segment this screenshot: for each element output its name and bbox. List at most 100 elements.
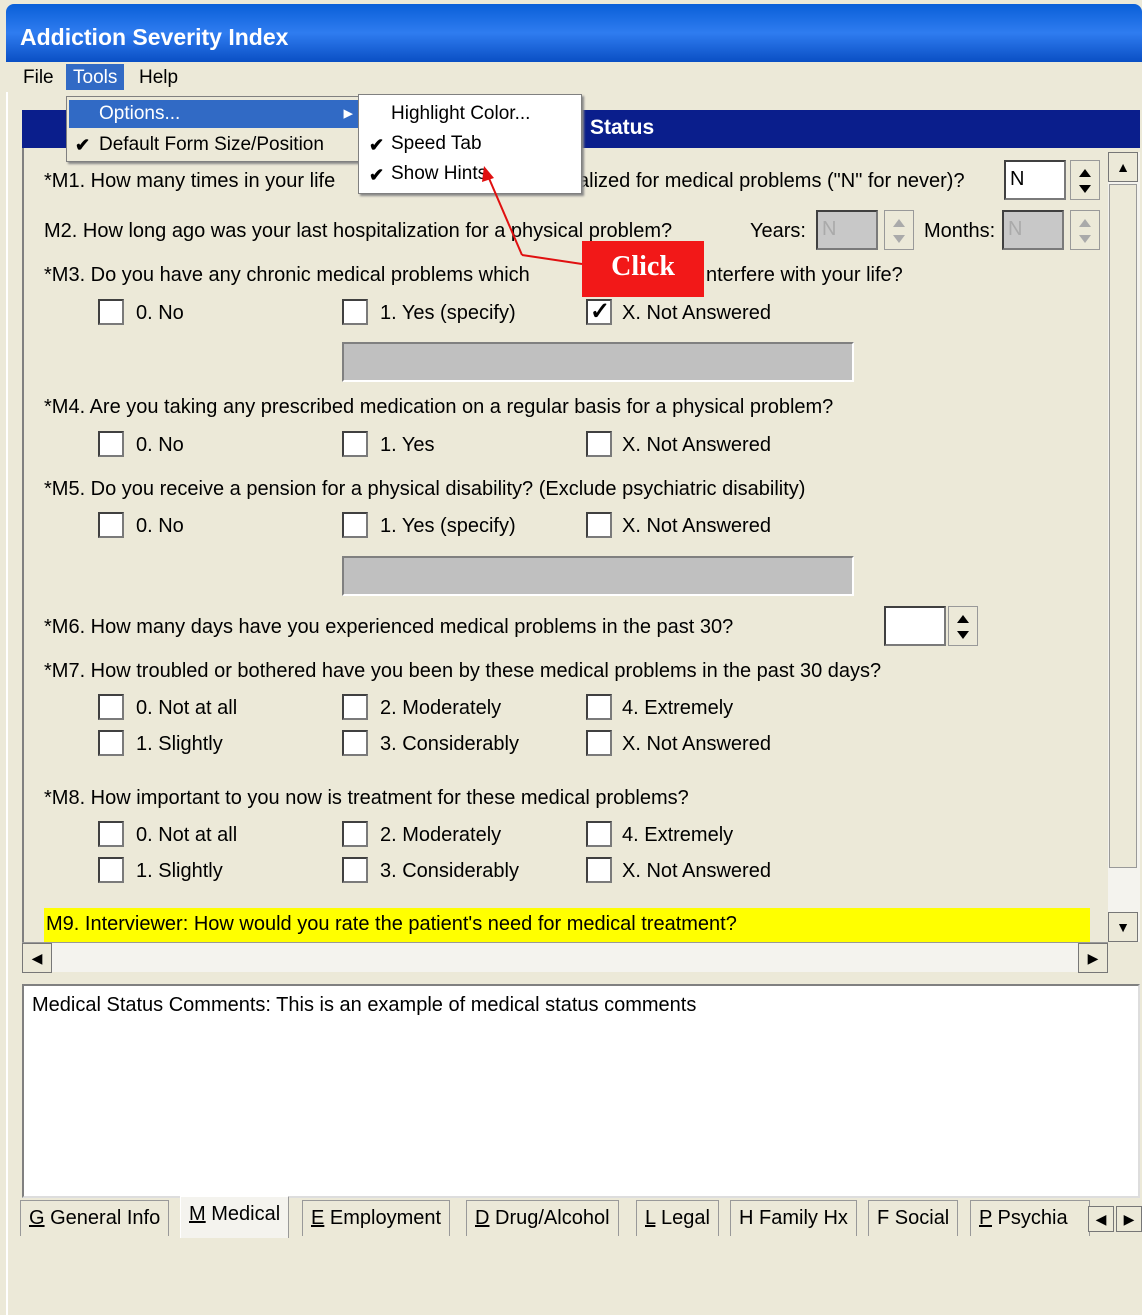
submenu-arrow-icon: ▸ <box>343 103 353 124</box>
checkmark-icon: ✓ <box>590 298 611 325</box>
tab-label: Family Hx <box>759 1207 848 1229</box>
scroll-up-icon[interactable]: ▲ <box>1108 152 1138 182</box>
m5-no-label: 0. No <box>136 515 184 537</box>
scroll-down-icon[interactable]: ▼ <box>1108 912 1138 942</box>
window-title: Addiction Severity Index <box>6 4 1142 62</box>
tab-family-hx[interactable]: H Family Hx <box>730 1200 857 1236</box>
m2-months-input[interactable]: N <box>1002 210 1064 250</box>
m7-considerably-label: 3. Considerably <box>380 733 519 755</box>
tab-drug-alcohol[interactable]: D Drug/Alcohol <box>466 1200 619 1236</box>
tab-key: E <box>311 1207 325 1229</box>
tab-key: G <box>29 1207 45 1229</box>
menu-item-default-form[interactable]: Default Form Size/Position <box>99 134 324 156</box>
m1-spinner[interactable] <box>1070 160 1100 200</box>
tab-bar: G General Info M Medical E Employment D … <box>18 1196 1142 1242</box>
menu-item-options[interactable]: Options... ▸ <box>69 100 359 128</box>
m7-not-answered-checkbox[interactable] <box>586 730 612 756</box>
m8-not-at-all-checkbox[interactable] <box>98 821 124 847</box>
m4-yes-checkbox[interactable] <box>342 431 368 457</box>
m8-slightly-checkbox[interactable] <box>98 857 124 883</box>
m2-months-spinner[interactable] <box>1070 210 1100 250</box>
m3-specify-field[interactable] <box>342 342 854 382</box>
menu-help[interactable]: Help <box>132 64 185 90</box>
menu-bar: File Tools Help <box>6 62 1142 92</box>
menu-item-speed-tab[interactable]: Speed Tab <box>391 133 482 155</box>
m3-question-end: nterfere with your life? <box>706 264 903 286</box>
m8-moderately-label: 2. Moderately <box>380 824 502 846</box>
m4-question: *M4. Are you taking any prescribed medic… <box>44 396 834 418</box>
tab-psychiatric[interactable]: P Psychia <box>970 1200 1090 1236</box>
tab-label: Employment <box>329 1207 442 1229</box>
scroll-right-icon[interactable]: ▶ <box>1078 943 1108 973</box>
tab-medical[interactable]: M Medical <box>180 1196 290 1238</box>
m7-slightly-checkbox[interactable] <box>98 730 124 756</box>
m7-question: *M7. How troubled or bothered have you b… <box>44 660 882 682</box>
tab-social[interactable]: F Social <box>868 1200 959 1236</box>
m2-years-input[interactable]: N <box>816 210 878 250</box>
m5-not-answered-checkbox[interactable] <box>586 512 612 538</box>
comments-text: Medical Status Comments: This is an exam… <box>32 994 697 1016</box>
tab-key: P <box>979 1207 992 1229</box>
m8-considerably-label: 3. Considerably <box>380 860 519 882</box>
m3-yes-label: 1. Yes (specify) <box>380 302 516 324</box>
m5-not-answered-label: X. Not Answered <box>622 515 771 537</box>
comments-textarea[interactable]: Medical Status Comments: This is an exam… <box>22 984 1140 1198</box>
m3-yes-checkbox[interactable] <box>342 299 368 325</box>
m1-input[interactable]: N <box>1004 160 1066 200</box>
m7-not-at-all-label: 0. Not at all <box>136 697 238 719</box>
menu-file[interactable]: File <box>16 64 61 90</box>
tab-legal[interactable]: L Legal <box>636 1200 719 1236</box>
click-callout: Click <box>582 241 704 297</box>
m2-years-spinner[interactable] <box>884 210 914 250</box>
m4-not-answered-label: X. Not Answered <box>622 434 771 456</box>
tab-employment[interactable]: E Employment <box>302 1200 451 1236</box>
tab-label: Legal <box>660 1207 710 1229</box>
m3-no-checkbox[interactable] <box>98 299 124 325</box>
m8-not-answered-checkbox[interactable] <box>586 857 612 883</box>
tab-scroll-left-icon[interactable]: ◀ <box>1088 1206 1114 1232</box>
m5-question: *M5. Do you receive a pension for a phys… <box>44 478 806 500</box>
horizontal-scrollbar[interactable]: ◀ ▶ <box>22 942 1108 973</box>
vertical-scrollbar[interactable]: ▲ ▼ <box>1108 152 1140 942</box>
scroll-left-icon[interactable]: ◀ <box>22 943 52 973</box>
m5-yes-label: 1. Yes (specify) <box>380 515 516 537</box>
check-icon: ✔ <box>369 135 385 155</box>
m3-no-label: 0. No <box>136 302 184 324</box>
tab-scroll-right-icon[interactable]: ▶ <box>1116 1206 1142 1232</box>
tab-label: General Info <box>50 1207 161 1229</box>
m2-months-label: Months: <box>924 220 996 242</box>
tab-general-info[interactable]: G General Info <box>20 1200 170 1236</box>
tab-label: Drug/Alcohol <box>495 1207 610 1229</box>
m6-input[interactable] <box>884 606 946 646</box>
tab-key: M <box>189 1203 206 1225</box>
m6-spinner[interactable] <box>948 606 978 646</box>
m7-moderately-checkbox[interactable] <box>342 694 368 720</box>
tools-menu: Options... ▸ ✔ Default Form Size/Position <box>66 96 362 162</box>
m5-yes-checkbox[interactable] <box>342 512 368 538</box>
m8-extremely-label: 4. Extremely <box>622 824 734 846</box>
m1-question-end: alized for medical problems ("N" for nev… <box>578 170 965 192</box>
menu-item-highlight-color[interactable]: Highlight Color... <box>391 103 530 125</box>
m5-specify-field[interactable] <box>342 556 854 596</box>
m8-moderately-checkbox[interactable] <box>342 821 368 847</box>
m4-no-label: 0. No <box>136 434 184 456</box>
m8-not-answered-label: X. Not Answered <box>622 860 771 882</box>
m7-slightly-label: 1. Slightly <box>136 733 223 755</box>
m3-not-answered-checkbox[interactable]: ✓ <box>586 298 612 325</box>
check-icon: ✔ <box>75 135 91 155</box>
m8-extremely-checkbox[interactable] <box>586 821 612 847</box>
m7-moderately-label: 2. Moderately <box>380 697 502 719</box>
m3-question: *M3. Do you have any chronic medical pro… <box>44 264 530 286</box>
scroll-thumb[interactable] <box>1109 184 1137 868</box>
menu-tools[interactable]: Tools <box>66 64 125 90</box>
m4-no-checkbox[interactable] <box>98 431 124 457</box>
m7-considerably-checkbox[interactable] <box>342 730 368 756</box>
m7-not-at-all-checkbox[interactable] <box>98 694 124 720</box>
m5-no-checkbox[interactable] <box>98 512 124 538</box>
m7-extremely-checkbox[interactable] <box>586 694 612 720</box>
tab-label: Medical <box>211 1203 281 1225</box>
m4-yes-label: 1. Yes <box>380 434 435 456</box>
m4-not-answered-checkbox[interactable] <box>586 431 612 457</box>
m8-considerably-checkbox[interactable] <box>342 857 368 883</box>
m8-not-at-all-label: 0. Not at all <box>136 824 238 846</box>
